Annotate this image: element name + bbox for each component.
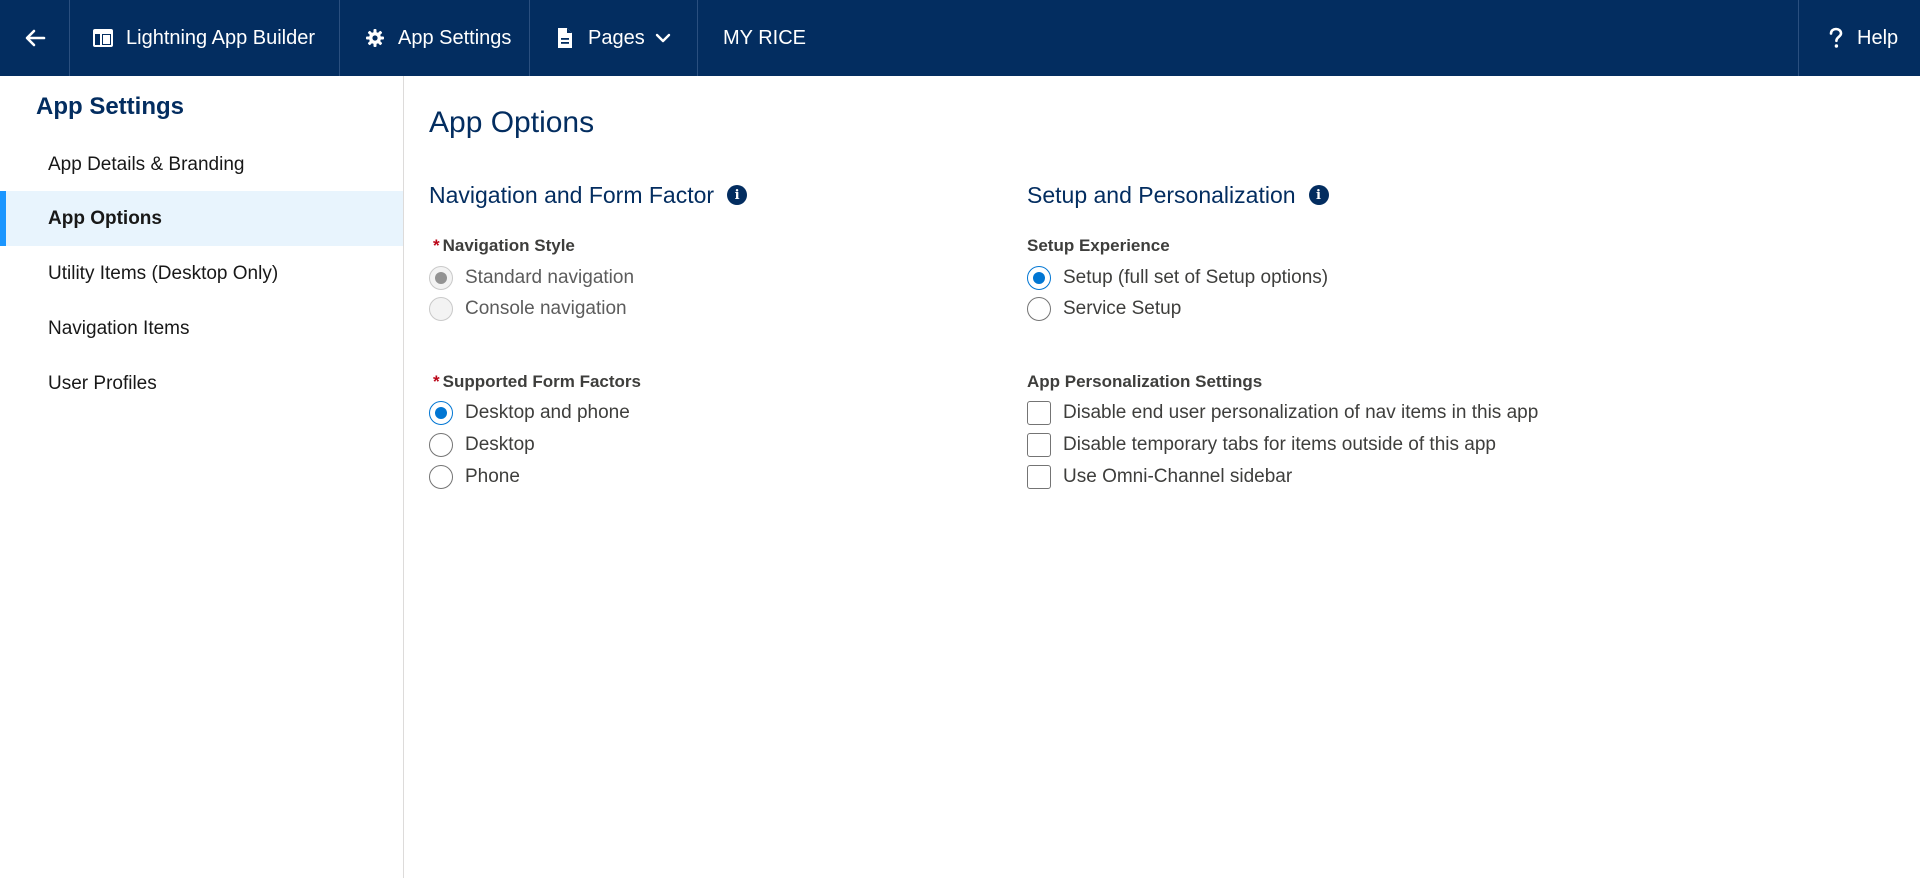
section-title-text: Navigation and Form Factor <box>429 181 715 208</box>
section-title: Setup and Personalization i <box>1027 180 1727 210</box>
radio-phone[interactable]: Phone <box>429 463 520 491</box>
checkbox-label: Disable temporary tabs for items outside… <box>1063 434 1496 455</box>
help-label: Help <box>1857 26 1899 49</box>
sidebar-item-label: User Profiles <box>48 372 157 394</box>
checkbox[interactable] <box>1027 465 1051 489</box>
radio-service-setup[interactable]: Service Setup <box>1027 295 1181 323</box>
sidebar-item-label: App Options <box>48 207 162 229</box>
help-button[interactable]: Help <box>1798 0 1920 76</box>
sidebar-item-app-options[interactable]: App Options <box>0 191 403 246</box>
sidebar-item-app-details-branding[interactable]: App Details & Branding <box>0 137 403 192</box>
pages-dropdown[interactable]: Pages <box>530 0 698 76</box>
pages-label: Pages <box>588 26 645 49</box>
info-icon[interactable]: i <box>1308 185 1329 205</box>
sidebar-item-utility-items[interactable]: Utility Items (Desktop Only) <box>0 246 403 301</box>
required-indicator: * <box>433 236 440 255</box>
question-icon <box>1825 27 1847 49</box>
radio-label: Service Setup <box>1063 298 1182 319</box>
gear-icon <box>364 27 386 49</box>
main-content: App Options Navigation and Form Factor i… <box>405 76 1920 878</box>
navigation-form-factor-section: Navigation and Form Factor i * Navigation… <box>429 180 989 580</box>
section-title: Navigation and Form Factor i <box>429 180 989 210</box>
supported-form-factors-label-text: Supported Form Factors <box>442 372 641 391</box>
sidebar-item-navigation-items[interactable]: Navigation Items <box>0 301 403 356</box>
arrow-left-icon <box>24 27 46 49</box>
page-title: App Options <box>429 106 595 139</box>
checkbox-disable-temporary-tabs[interactable]: Disable temporary tabs for items outside… <box>1027 431 1496 459</box>
info-icon[interactable]: i <box>727 185 748 205</box>
checkbox-disable-nav-personalization[interactable]: Disable end user personalization of nav … <box>1027 399 1538 427</box>
radio-desktop-and-phone[interactable]: Desktop and phone <box>429 399 630 427</box>
radio-button[interactable] <box>1027 266 1051 290</box>
setup-experience-label: Setup Experience <box>1027 236 1170 255</box>
checkbox-omni-channel-sidebar[interactable]: Use Omni-Channel sidebar <box>1027 463 1292 491</box>
sidebar-item-user-profiles[interactable]: User Profiles <box>0 356 403 411</box>
radio-label: Phone <box>465 466 520 487</box>
sidebar-item-label: Navigation Items <box>48 317 190 339</box>
lightning-app-builder-link[interactable]: Lightning App Builder <box>70 0 340 76</box>
radio-button[interactable] <box>1027 297 1051 321</box>
checkbox[interactable] <box>1027 401 1051 425</box>
lightning-app-builder-label: Lightning App Builder <box>126 26 316 49</box>
page-icon <box>554 27 576 49</box>
sidebar-title: App Settings <box>36 93 184 120</box>
app-settings-button[interactable]: App Settings <box>340 0 530 76</box>
radio-label: Desktop and phone <box>465 402 630 423</box>
supported-form-factors-label: * Supported Form Factors <box>433 372 641 392</box>
radio-console-navigation[interactable]: Console navigation <box>429 295 627 323</box>
radio-button[interactable] <box>429 266 453 290</box>
app-name: MY RICE <box>698 0 1798 76</box>
app-settings-label: App Settings <box>398 26 512 49</box>
checkbox[interactable] <box>1027 433 1051 457</box>
checkbox-label: Use Omni-Channel sidebar <box>1063 466 1293 487</box>
radio-label: Desktop <box>465 434 535 455</box>
chevron-down-icon <box>655 30 671 46</box>
radio-label: Standard navigation <box>465 267 635 288</box>
section-title-text: Setup and Personalization <box>1027 181 1296 208</box>
navigation-style-label: * Navigation Style <box>433 236 575 256</box>
required-indicator: * <box>433 372 440 391</box>
back-button[interactable] <box>0 0 70 76</box>
radio-button[interactable] <box>429 465 453 489</box>
app-name-label: MY RICE <box>723 26 806 49</box>
radio-label: Console navigation <box>465 298 627 319</box>
radio-label: Setup (full set of Setup options) <box>1063 267 1329 288</box>
radio-standard-navigation[interactable]: Standard navigation <box>429 264 634 292</box>
app-personalization-label: App Personalization Settings <box>1027 372 1263 391</box>
radio-setup-full[interactable]: Setup (full set of Setup options) <box>1027 264 1328 292</box>
settings-sidebar: App Settings App Details & Branding App … <box>0 76 404 878</box>
app-builder-icon <box>92 27 114 49</box>
sidebar-item-label: App Details & Branding <box>48 153 245 175</box>
radio-button[interactable] <box>429 433 453 457</box>
radio-desktop[interactable]: Desktop <box>429 431 535 459</box>
sidebar-item-label: Utility Items (Desktop Only) <box>48 262 279 284</box>
radio-button[interactable] <box>429 401 453 425</box>
app-builder-header: Lightning App Builder App Settings Pages… <box>0 0 1920 76</box>
setup-personalization-section: Setup and Personalization i Setup Experi… <box>1027 180 1727 580</box>
radio-button[interactable] <box>429 297 453 321</box>
checkbox-label: Disable end user personalization of nav … <box>1063 402 1539 423</box>
navigation-style-label-text: Navigation Style <box>442 236 575 255</box>
